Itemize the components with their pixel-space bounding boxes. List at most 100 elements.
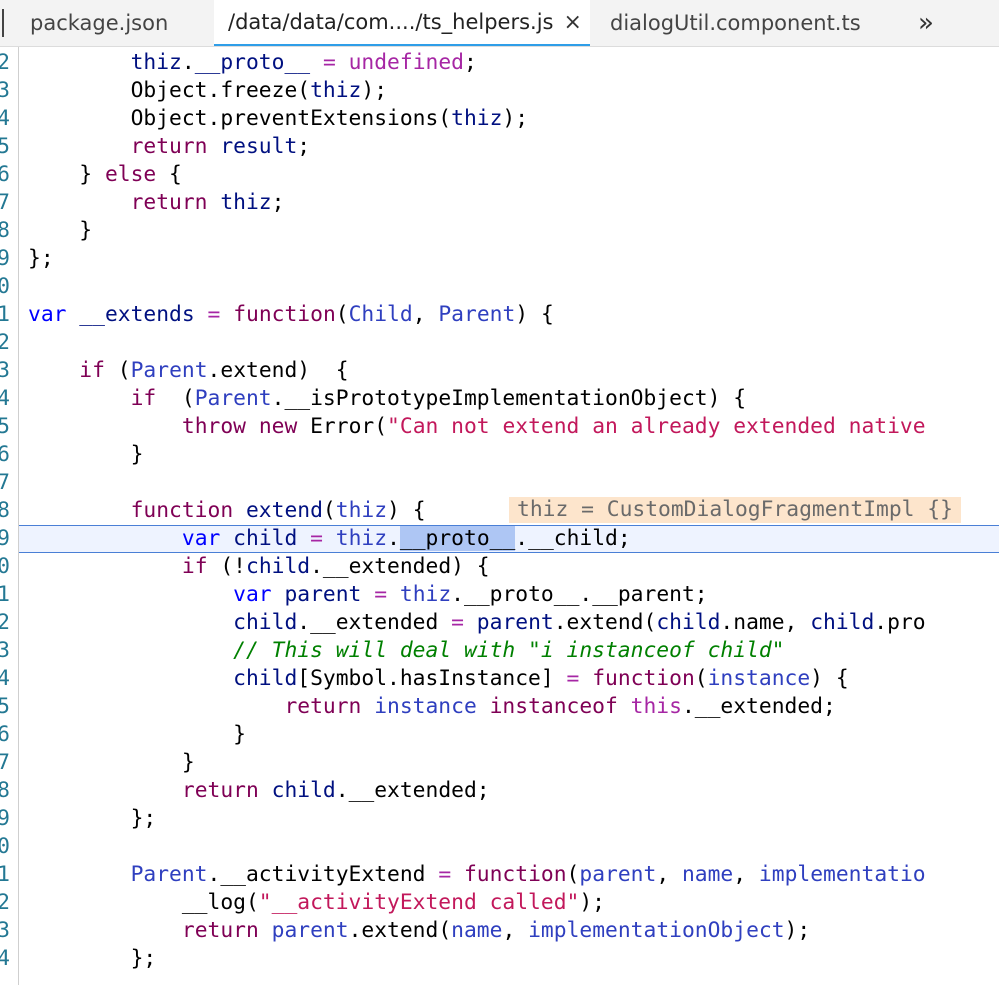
line-number[interactable]: 8 <box>0 217 10 245</box>
line-number[interactable]: 8 <box>0 497 10 525</box>
code-line[interactable]: 9 }; <box>0 805 999 833</box>
code-line[interactable]: 0 <box>0 273 999 301</box>
line-number[interactable]: 7 <box>0 469 10 497</box>
line-number[interactable]: 4 <box>0 665 10 693</box>
tab-ts-helpers[interactable]: /data/data/com..../ts_helpers.js × <box>214 0 590 46</box>
tab-dialog-util[interactable]: dialogUtil.component.ts <box>610 0 861 46</box>
line-number[interactable]: 1 <box>0 301 10 329</box>
code-line[interactable]: 7 } <box>0 749 999 777</box>
line-number[interactable]: 6 <box>0 161 10 189</box>
code-line[interactable]: 3 return parent.extend(name, implementat… <box>0 917 999 945</box>
code-line[interactable]: 4 }; <box>0 945 999 973</box>
code-line[interactable]: 1 Parent.__activityExtend = function(par… <box>0 861 999 889</box>
line-number[interactable]: 3 <box>0 357 10 385</box>
code-line[interactable]: 8 return child.__extended; <box>0 777 999 805</box>
code-line[interactable]: 4 Object.preventExtensions(thiz); <box>0 105 999 133</box>
code-line[interactable]: 3 // This will deal with "i instanceof c… <box>0 637 999 665</box>
code-editor[interactable]: 2 thiz.__proto__ = undefined; 3 Object.fr… <box>0 47 999 985</box>
code-token: } <box>28 750 195 775</box>
code-token: }; <box>28 246 54 271</box>
code-token: Object.freeze( <box>130 78 311 103</box>
code-token: .__extended <box>297 610 452 635</box>
line-number[interactable]: 2 <box>0 49 10 77</box>
line-number[interactable]: 4 <box>0 945 10 973</box>
line-number[interactable]: 4 <box>0 105 10 133</box>
code-line[interactable]: 2 child.__extended = parent.extend(child… <box>0 609 999 637</box>
code-token: instanceof <box>489 694 618 719</box>
line-number[interactable]: 1 <box>0 581 10 609</box>
line-number[interactable]: 7 <box>0 749 10 777</box>
code-line[interactable]: 0 <box>0 833 999 861</box>
line-number[interactable]: 7 <box>0 189 10 217</box>
line-number[interactable]: 5 <box>0 133 10 161</box>
code-token: } <box>28 442 144 467</box>
line-number[interactable]: 2 <box>0 609 10 637</box>
code-line[interactable]: 8 function extend(thiz) {thiz = CustomDi… <box>0 497 999 525</box>
tab-package-json[interactable]: package.json <box>30 0 168 46</box>
code-token: child <box>233 666 298 691</box>
line-number[interactable]: 9 <box>0 245 10 273</box>
line-number[interactable]: 4 <box>0 385 10 413</box>
code-line[interactable]: 0 if (!child.__extended) { <box>0 553 999 581</box>
code-token: ); <box>784 918 811 943</box>
code-token: { <box>156 162 182 187</box>
code-line[interactable]: 5 return result; <box>0 133 999 161</box>
line-number[interactable]: 0 <box>0 833 10 861</box>
code-line[interactable]: 7 return thiz; <box>0 189 999 217</box>
line-number[interactable]: 2 <box>0 329 10 357</box>
line-number[interactable]: 6 <box>0 441 10 469</box>
current-line[interactable]: 9 var child = thiz.__proto__.__child; <box>0 525 999 553</box>
line-number[interactable]: 3 <box>0 77 10 105</box>
line-number[interactable]: 8 <box>0 777 10 805</box>
code-line[interactable]: 2 <box>0 329 999 357</box>
line-number[interactable]: 9 <box>0 805 10 833</box>
code-line[interactable]: 5 return instance instanceof this.__exte… <box>0 693 999 721</box>
code-line[interactable]: 6 } <box>0 721 999 749</box>
code-text: Parent.__activityExtend = function(paren… <box>28 861 926 889</box>
code-line[interactable]: 3 if (Parent.extend) { <box>0 357 999 385</box>
tab-partial-left[interactable] <box>0 0 20 46</box>
line-number[interactable]: 3 <box>0 917 10 945</box>
code-line[interactable]: 8 } <box>0 217 999 245</box>
line-number[interactable]: 1 <box>0 861 10 889</box>
inline-value-hint[interactable]: thiz = CustomDialogFragmentImpl {} <box>509 497 961 523</box>
line-number[interactable]: 9 <box>0 525 10 553</box>
line-number[interactable]: 3 <box>0 637 10 665</box>
code-line[interactable]: 7 <box>0 469 999 497</box>
code-line[interactable]: 5 throw new Error("Can not extend an alr… <box>0 413 999 441</box>
line-number[interactable]: 6 <box>0 721 10 749</box>
code-line[interactable]: 2 thiz.__proto__ = undefined; <box>0 49 999 77</box>
line-number[interactable]: 2 <box>0 889 10 917</box>
code-line[interactable]: 4 if (Parent.__isPrototypeImplementation… <box>0 385 999 413</box>
line-number[interactable]: 0 <box>0 553 10 581</box>
code-token: child <box>233 610 298 635</box>
code-line[interactable]: 4 child[Symbol.hasInstance] = function(i… <box>0 665 999 693</box>
code-token: return <box>284 694 362 719</box>
line-number[interactable]: 5 <box>0 693 10 721</box>
code-token: __proto__ <box>194 50 311 75</box>
code-line[interactable]: 9}; <box>0 245 999 273</box>
code-text: }; <box>28 945 157 973</box>
close-icon[interactable]: × <box>563 10 581 35</box>
code-line[interactable]: 1 var __extends = function(Child, Parent)… <box>0 301 999 329</box>
code-line[interactable]: 6 } else { <box>0 161 999 189</box>
more-tabs-icon[interactable]: » <box>918 0 934 46</box>
code-line[interactable]: 6 } <box>0 441 999 469</box>
line-number[interactable]: 5 <box>0 413 10 441</box>
code-line[interactable]: 2 __log("__activityExtend called"); <box>0 889 999 917</box>
code-line[interactable]: 1 var parent = thiz.__proto__.__parent; <box>0 581 999 609</box>
line-number[interactable]: 0 <box>0 273 10 301</box>
code-line[interactable]: 3 Object.freeze(thiz); <box>0 77 999 105</box>
code-token: Object.preventExtensions( <box>130 106 452 131</box>
